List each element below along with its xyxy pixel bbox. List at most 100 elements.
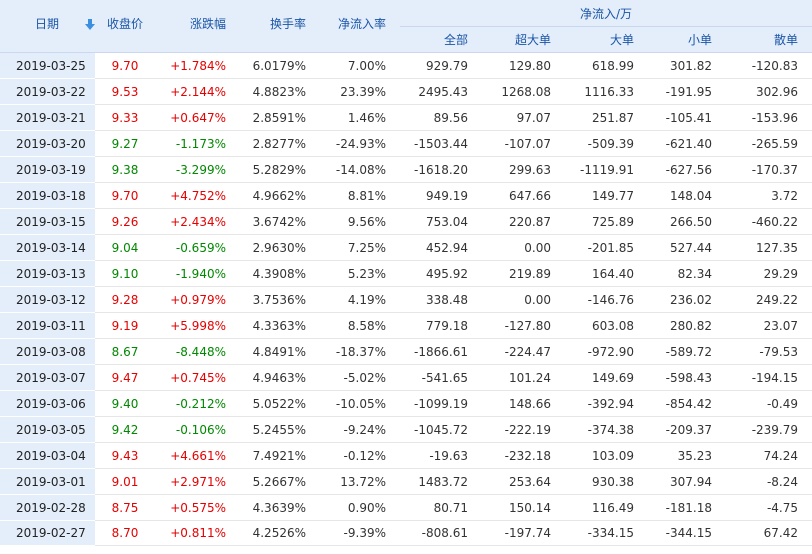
col-header-all[interactable]: 全部	[400, 26, 482, 53]
cell-change: +5.998%	[155, 312, 240, 339]
cell-net-large: 149.69	[565, 364, 648, 391]
cell-net-all: 89.56	[400, 104, 482, 131]
cell-turnover: 7.4921%	[240, 442, 320, 469]
cell-net-large: 725.89	[565, 208, 648, 235]
cell-close: 8.67	[95, 338, 155, 365]
cell-date: 2019-03-21	[0, 104, 95, 131]
cell-net-retail: 302.96	[726, 78, 812, 105]
cell-change: +0.979%	[155, 286, 240, 313]
cell-net-all: 80.71	[400, 494, 482, 521]
cell-turnover: 4.2526%	[240, 520, 320, 546]
cell-net-rate: -10.05%	[320, 390, 400, 417]
cell-net-large: -392.94	[565, 390, 648, 417]
cell-date: 2019-03-05	[0, 416, 95, 443]
col-header-net-rate[interactable]: 净流入率	[320, 0, 400, 53]
cell-net-retail: 74.24	[726, 442, 812, 469]
col-group-net-inflow: 净流入/万	[400, 0, 812, 27]
table-row: 2019-03-01 9.01 +2.971% 5.2667% 13.72% 1483.7…	[0, 468, 812, 495]
cell-net-small: 236.02	[648, 286, 726, 313]
cell-net-small: -105.41	[648, 104, 726, 131]
cell-net-rate: 23.39%	[320, 78, 400, 105]
cell-net-large: -374.38	[565, 416, 648, 443]
cell-close: 9.40	[95, 390, 155, 417]
cell-net-super-large: 148.66	[482, 390, 565, 417]
col-header-date[interactable]: 日期	[0, 0, 95, 53]
col-header-change[interactable]: 涨跌幅	[155, 0, 240, 53]
cell-close: 8.75	[95, 494, 155, 521]
cell-close: 8.70	[95, 520, 155, 546]
cell-turnover: 4.8823%	[240, 78, 320, 105]
col-header-large[interactable]: 大单	[565, 26, 648, 53]
col-header-retail[interactable]: 散单	[726, 26, 812, 53]
cell-close: 9.04	[95, 234, 155, 261]
cell-net-super-large: -197.74	[482, 520, 565, 546]
cell-net-super-large: -107.07	[482, 130, 565, 157]
cell-close: 9.19	[95, 312, 155, 339]
cell-net-rate: 7.25%	[320, 234, 400, 261]
cell-close: 9.38	[95, 156, 155, 183]
cell-net-retail: 29.29	[726, 260, 812, 287]
col-header-super-large[interactable]: 超大单	[482, 26, 565, 53]
cell-change: -0.106%	[155, 416, 240, 443]
cell-date: 2019-03-20	[0, 130, 95, 157]
cell-net-retail: 23.07	[726, 312, 812, 339]
cell-date: 2019-03-08	[0, 338, 95, 365]
cell-net-large: -334.15	[565, 520, 648, 546]
table-row: 2019-02-28 8.75 +0.575% 4.3639% 0.90% 80.71 15…	[0, 494, 812, 521]
cell-net-all: 1483.72	[400, 468, 482, 495]
cell-net-all: 929.79	[400, 52, 482, 79]
cell-net-super-large: 150.14	[482, 494, 565, 521]
cell-close: 9.53	[95, 78, 155, 105]
cell-turnover: 5.2829%	[240, 156, 320, 183]
cell-net-rate: -9.24%	[320, 416, 400, 443]
cell-date: 2019-03-22	[0, 78, 95, 105]
cell-date: 2019-03-07	[0, 364, 95, 391]
table-header: 日期 收盘价 涨跌幅 换手率 净流入率 净流入/万 全部 超大单 大单 小单 散…	[0, 0, 812, 53]
col-header-small[interactable]: 小单	[648, 26, 726, 53]
cell-net-small: 307.94	[648, 468, 726, 495]
cell-change: +2.434%	[155, 208, 240, 235]
cell-close: 9.47	[95, 364, 155, 391]
table-row: 2019-02-27 8.70 +0.811% 4.2526% -9.39% -808.6…	[0, 520, 812, 546]
col-header-turnover[interactable]: 换手率	[240, 0, 320, 53]
table-row: 2019-03-19 9.38 -3.299% 5.2829% -14.08% -1618…	[0, 156, 812, 183]
cell-net-rate: -5.02%	[320, 364, 400, 391]
cell-net-super-large: 101.24	[482, 364, 565, 391]
cell-net-all: -808.61	[400, 520, 482, 546]
cell-net-large: 930.38	[565, 468, 648, 495]
cell-net-super-large: 299.63	[482, 156, 565, 183]
fund-flow-table: 日期 收盘价 涨跌幅 换手率 净流入率 净流入/万 全部 超大单 大单 小单 散…	[0, 0, 812, 546]
cell-net-large: 116.49	[565, 494, 648, 521]
cell-net-large: -201.85	[565, 234, 648, 261]
cell-net-rate: 7.00%	[320, 52, 400, 79]
cell-turnover: 4.8491%	[240, 338, 320, 365]
cell-net-retail: -153.96	[726, 104, 812, 131]
cell-date: 2019-03-04	[0, 442, 95, 469]
cell-net-large: 251.87	[565, 104, 648, 131]
cell-net-rate: 8.81%	[320, 182, 400, 209]
table-row: 2019-03-05 9.42 -0.106% 5.2455% -9.24% -1045.…	[0, 416, 812, 443]
cell-net-super-large: -222.19	[482, 416, 565, 443]
cell-turnover: 2.8591%	[240, 104, 320, 131]
cell-net-large: 618.99	[565, 52, 648, 79]
cell-net-super-large: -232.18	[482, 442, 565, 469]
col-header-close[interactable]: 收盘价	[95, 0, 155, 53]
cell-net-small: -209.37	[648, 416, 726, 443]
cell-net-rate: -0.12%	[320, 442, 400, 469]
table-row: 2019-03-14 9.04 -0.659% 2.9630% 7.25% 452.94 0…	[0, 234, 812, 261]
cell-turnover: 3.6742%	[240, 208, 320, 235]
cell-close: 9.33	[95, 104, 155, 131]
sort-down-arrow-icon[interactable]	[85, 19, 95, 31]
cell-net-super-large: 129.80	[482, 52, 565, 79]
cell-net-small: 148.04	[648, 182, 726, 209]
cell-net-all: 949.19	[400, 182, 482, 209]
cell-net-retail: -170.37	[726, 156, 812, 183]
cell-turnover: 6.0179%	[240, 52, 320, 79]
cell-change: -1.173%	[155, 130, 240, 157]
cell-net-small: 35.23	[648, 442, 726, 469]
cell-net-retail: 127.35	[726, 234, 812, 261]
cell-change: -0.659%	[155, 234, 240, 261]
cell-change: +2.144%	[155, 78, 240, 105]
cell-change: +0.575%	[155, 494, 240, 521]
cell-net-super-large: 219.89	[482, 260, 565, 287]
